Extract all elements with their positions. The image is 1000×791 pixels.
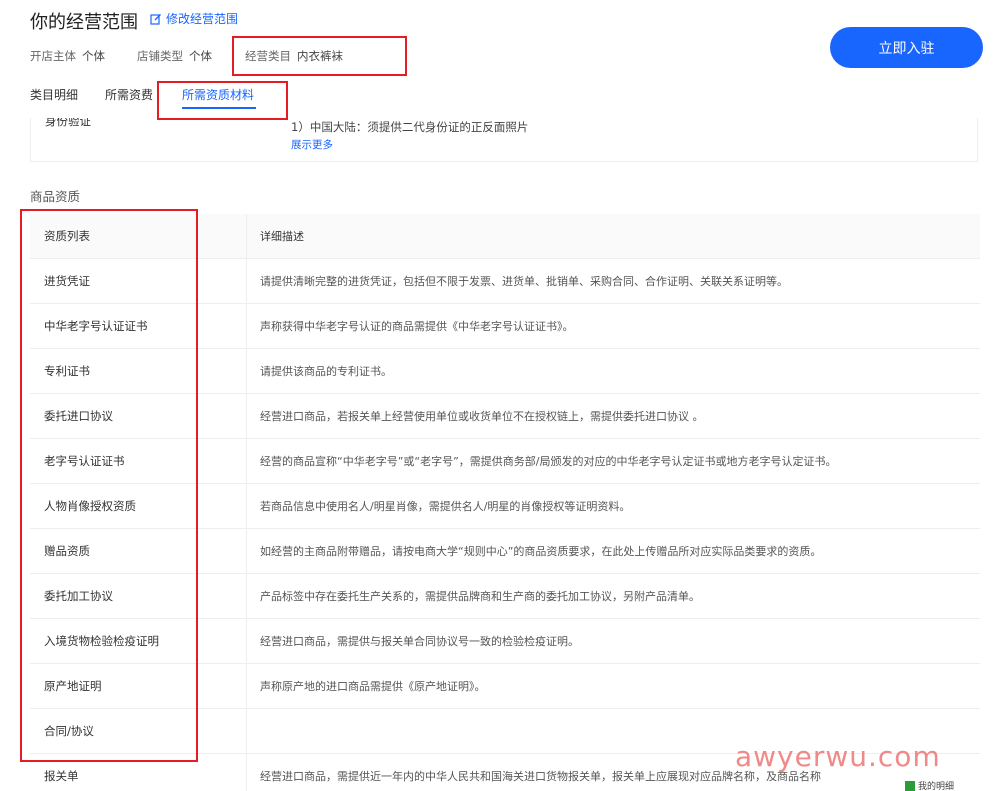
shop-type: 店铺类型 个体 xyxy=(137,48,212,64)
business-category-value: 内衣裤袜 xyxy=(297,49,343,63)
table-row: 中华老字号认证证书 声称获得中华老字号认证的商品需提供《中华老字号认证证书》。 xyxy=(30,304,980,349)
edit-icon xyxy=(150,13,161,25)
column-divider xyxy=(246,214,247,791)
page-title: 你的经营范围 xyxy=(30,12,138,33)
shop-subject-value: 个体 xyxy=(82,49,105,63)
qualification-name: 入境货物检验检疫证明 xyxy=(44,634,159,648)
qualification-description: 请提供该商品的专利证书。 xyxy=(260,365,392,378)
qualification-description: 经营进口商品，若报关单上经营使用单位或收货单位不在授权链上，需提供委托进口协议 … xyxy=(260,410,704,423)
qualification-name: 人物肖像授权资质 xyxy=(44,499,136,513)
qualification-name: 委托加工协议 xyxy=(44,589,113,603)
shop-type-value: 个体 xyxy=(189,49,212,63)
qualification-name: 专利证书 xyxy=(44,364,90,378)
table-row: 委托进口协议 经营进口商品，若报关单上经营使用单位或收货单位不在授权链上，需提供委… xyxy=(30,394,980,439)
page-header: 你的经营范围 修改经营范围 开店主体 个体 店铺类型 个体 经营类目 内衣裤袜 立即入… xyxy=(0,0,1000,118)
qualification-description: 经营进口商品，需提供与报关单合同协议号一致的检验检疫证明。 xyxy=(260,635,579,648)
qualification-description: 请提供清晰完整的进货凭证，包括但不限于发票、进货单、批销单、采购合同、合作证明、… xyxy=(260,275,788,288)
business-category-label: 经营类目 xyxy=(245,49,291,63)
identity-verification-text: 1）中国大陆：须提供二代身份证的正反面照片 xyxy=(291,120,529,134)
edit-scope-link[interactable]: 修改经营范围 xyxy=(150,10,238,27)
show-more-link[interactable]: 展示更多 xyxy=(291,137,333,152)
shop-subject: 开店主体 个体 xyxy=(30,48,105,64)
qualification-description: 如经营的主商品附带赠品，请按电商大学“规则中心”的商品资质要求，在此处上传赠品所… xyxy=(260,545,822,558)
table-row: 进货凭证 请提供清晰完整的进货凭证，包括但不限于发票、进货单、批销单、采购合同、合… xyxy=(30,259,980,304)
edit-scope-label: 修改经营范围 xyxy=(166,12,239,26)
qualification-description: 经营的商品宣称“中华老字号”或“老字号”，需提供商务部/局颁发的对应的中华老字号… xyxy=(260,455,837,468)
tab-required-fees[interactable]: 所需资费 xyxy=(105,86,153,103)
qualification-name: 中华老字号认证证书 xyxy=(44,319,148,333)
tab-required-qualifications[interactable]: 所需资质材料 xyxy=(182,86,254,103)
table-row: 赠品资质 如经营的主商品附带赠品，请按电商大学“规则中心”的商品资质要求，在此处上… xyxy=(30,529,980,574)
watermark-text: awyerwu.com xyxy=(735,740,941,773)
qualification-name: 原产地证明 xyxy=(44,679,102,693)
qualification-description: 产品标签中存在委托生产关系的，需提供品牌商和生产商的委托加工协议，另附产品清单。 xyxy=(260,590,700,603)
shop-type-label: 店铺类型 xyxy=(137,49,183,63)
qualification-name: 老字号认证证书 xyxy=(44,454,125,468)
section-title-product-qualifications: 商品资质 xyxy=(30,189,81,204)
table-row: 入境货物检验检疫证明 经营进口商品，需提供与报关单合同协议号一致的检验检疫证明。 xyxy=(30,619,980,664)
qualification-name: 委托进口协议 xyxy=(44,409,113,423)
table-row: 人物肖像授权资质 若商品信息中使用名人/明星肖像，需提供名人/明星的肖像授权等证明… xyxy=(30,484,980,529)
qualification-name: 合同/协议 xyxy=(44,724,94,738)
active-tab-indicator xyxy=(182,107,256,109)
corner-icon xyxy=(905,780,915,791)
qualification-name: 报关单 xyxy=(44,769,79,783)
table-row: 老字号认证证书 经营的商品宣称“中华老字号”或“老字号”，需提供商务部/局颁发的对… xyxy=(30,439,980,484)
qualification-name: 进货凭证 xyxy=(44,274,90,288)
qualification-name: 赠品资质 xyxy=(44,544,90,558)
business-category: 经营类目 内衣裤袜 xyxy=(245,48,343,64)
qualification-description: 若商品信息中使用名人/明星肖像，需提供名人/明星的肖像授权等证明资料。 xyxy=(260,500,631,513)
table-row: 专利证书 请提供该商品的专利证书。 xyxy=(30,349,980,394)
corner-label: 我的明细 xyxy=(918,782,955,791)
column-header-list: 资质列表 xyxy=(44,229,90,243)
column-header-description: 详细描述 xyxy=(260,230,304,243)
apply-now-button[interactable]: 立即入驻 xyxy=(830,27,983,68)
corner-status: 我的明细 xyxy=(905,779,954,791)
qualification-description: 声称获得中华老字号认证的商品需提供《中华老字号认证证书》。 xyxy=(260,320,574,333)
shop-subject-label: 开店主体 xyxy=(30,49,76,63)
tab-category-detail[interactable]: 类目明细 xyxy=(30,86,78,103)
table-header-row: 资质列表 详细描述 xyxy=(30,214,980,259)
table-row: 委托加工协议 产品标签中存在委托生产关系的，需提供品牌商和生产商的委托加工协议，另… xyxy=(30,574,980,619)
qualification-description: 声称原产地的进口商品需提供《原产地证明》。 xyxy=(260,680,486,693)
table-row: 原产地证明 声称原产地的进口商品需提供《原产地证明》。 xyxy=(30,664,980,709)
